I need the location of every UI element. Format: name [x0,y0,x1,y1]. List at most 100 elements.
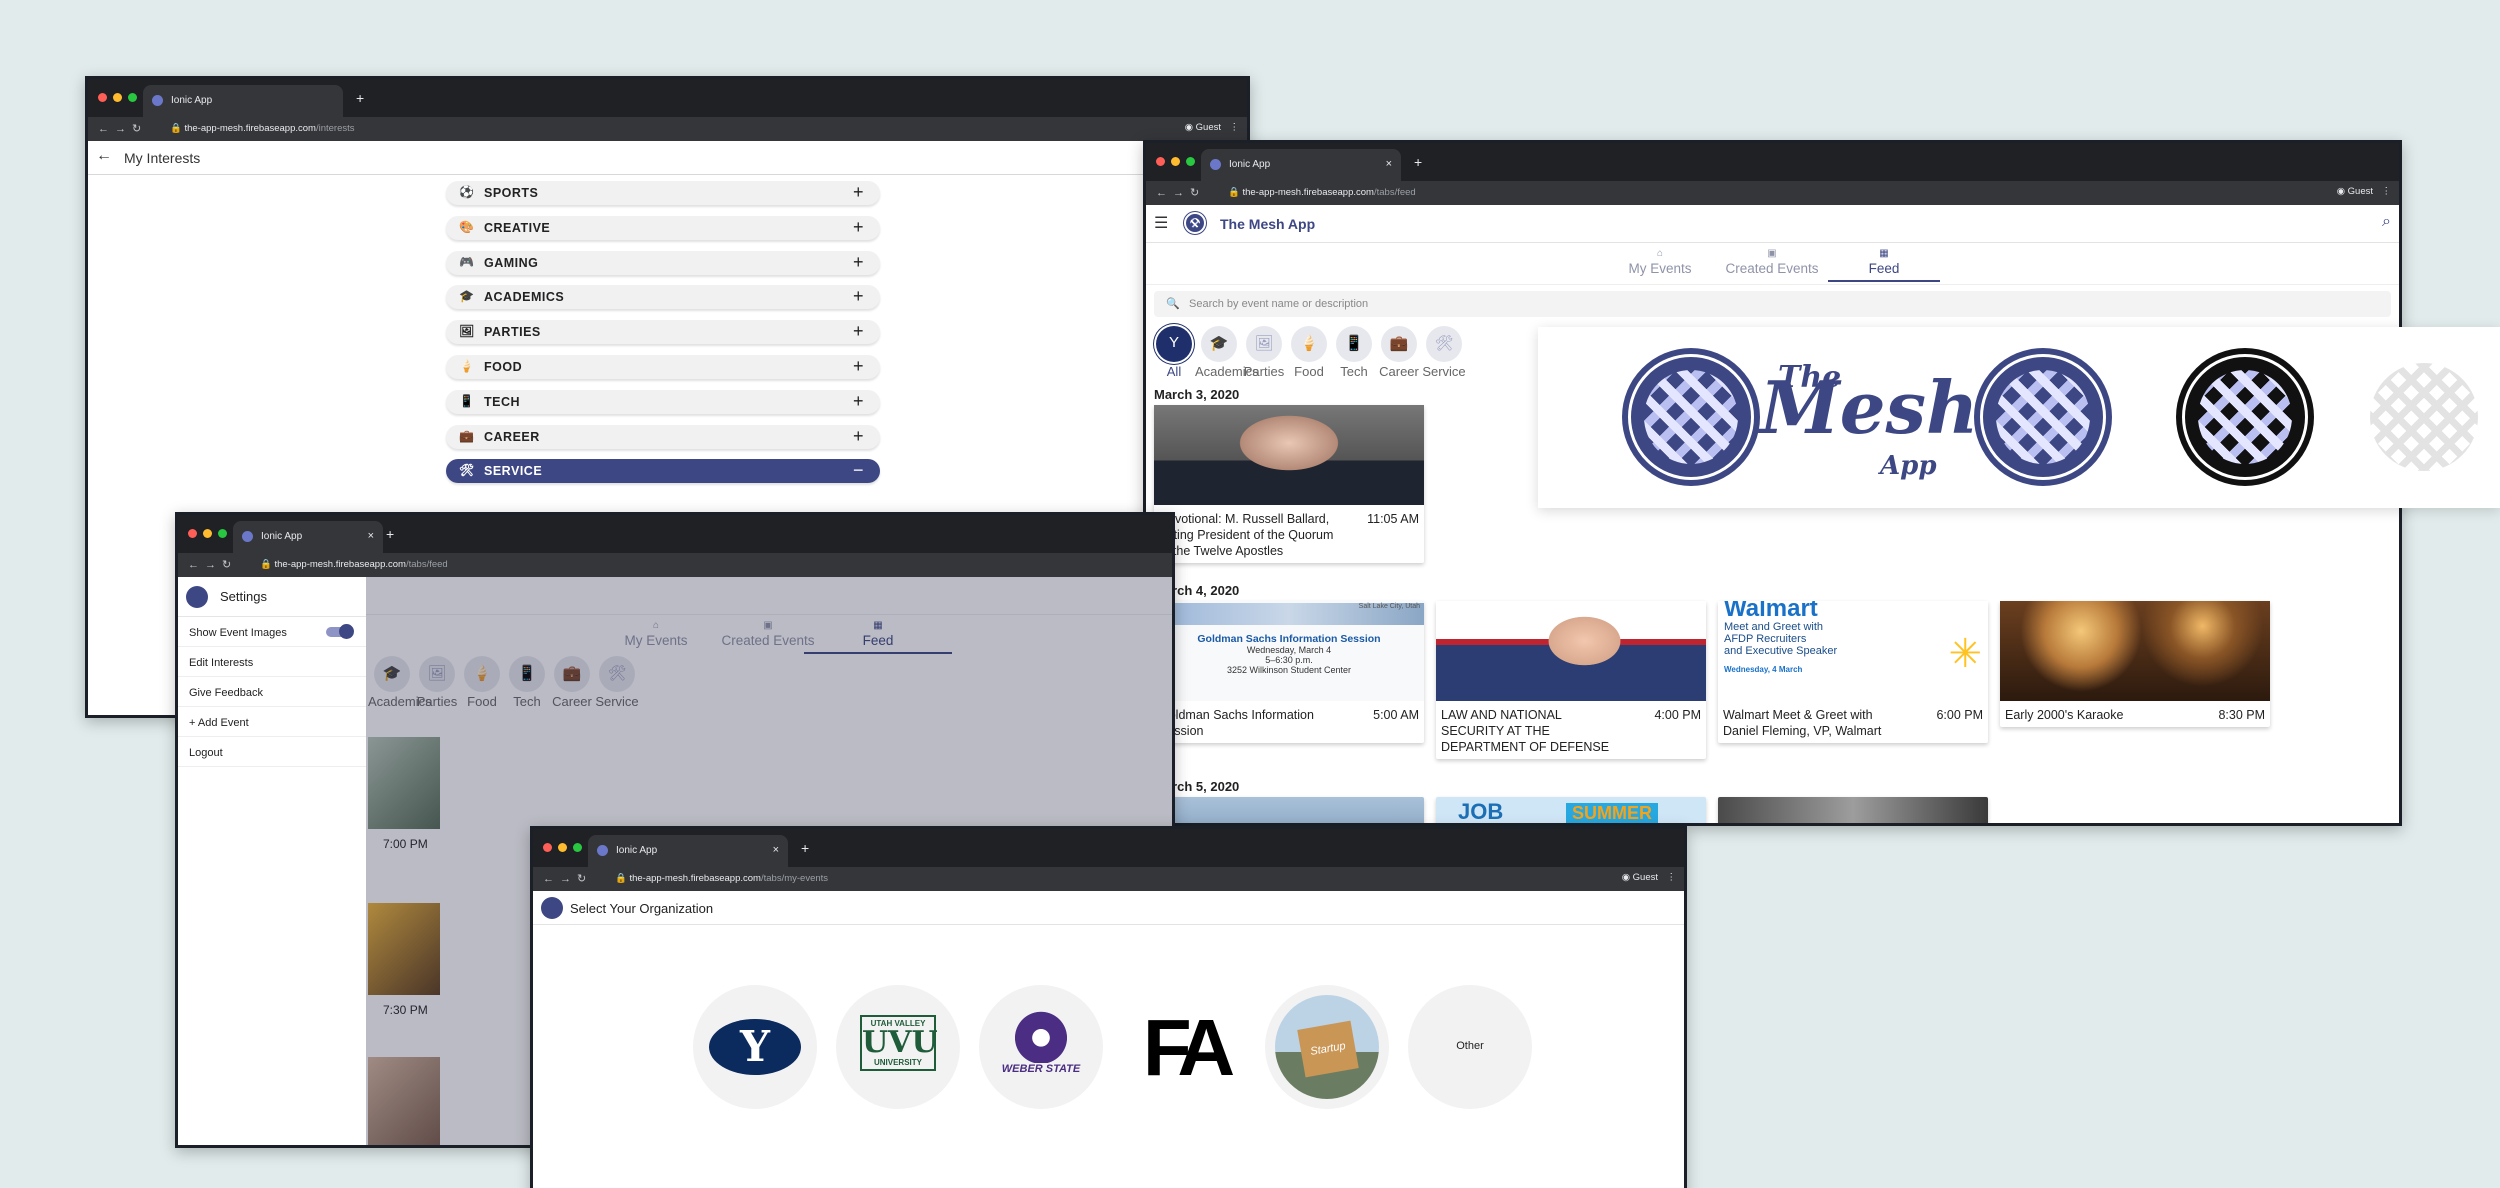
guest-profile[interactable]: ◉ Guest [2337,186,2373,197]
close-tab-icon[interactable]: × [1386,158,1392,170]
plus-icon[interactable]: + [853,217,864,238]
org-weber-state[interactable]: WEBER STATE [979,985,1103,1109]
interest-row-parties[interactable]: 🖼 PARTIES + [446,320,880,345]
interest-icon: 🎮 [459,254,475,269]
interest-row-gaming[interactable]: 🎮 GAMING + [446,250,880,275]
plus-icon[interactable]: + [853,391,864,412]
interest-row-food[interactable]: 🍦 FOOD + [446,354,880,379]
give-feedback-item[interactable]: Give Feedback [178,677,366,707]
browser-tab[interactable]: Ionic App [143,85,343,117]
org-other[interactable]: Other [1408,985,1532,1109]
guest-profile[interactable]: ◉ Guest [1185,122,1221,133]
nav-buttons-icon[interactable]: ←→↻ [98,122,147,135]
event-image [2000,601,2270,701]
browser-tab[interactable]: Ionic App × [1201,149,1401,181]
plus-icon[interactable]: + [853,182,864,203]
category-parties[interactable]: 🖼 Parties [1240,326,1288,379]
event-card[interactable]: LAW AND NATIONAL SECURITY AT THE DEPARTM… [1436,601,1706,759]
browser-menu-icon[interactable]: ⋮ [1667,872,1677,883]
plus-icon[interactable]: + [853,321,864,342]
search-icon[interactable]: ⌕ [2382,213,2391,231]
interest-row-career[interactable]: 💼 CAREER + [446,424,880,449]
plus-icon[interactable]: + [853,252,864,273]
wildcat-logo-icon [1011,1007,1071,1063]
mesh-logo-icon [1624,350,1758,484]
browser-tab[interactable]: Ionic App × [588,835,788,867]
window-controls[interactable] [1156,157,1195,166]
address-bar[interactable]: ←→↻ 🔒 the-app-mesh.firebaseapp.com/tabs/… [178,553,1172,577]
edit-interests-item[interactable]: Edit Interests [178,647,366,677]
nav-buttons-icon[interactable]: ←→↻ [1156,186,1205,199]
new-tab-icon[interactable]: + [356,90,364,106]
new-tab-icon[interactable]: + [386,526,394,542]
browser-tab[interactable]: Ionic App × [233,521,383,553]
nav-buttons-icon[interactable]: ←→↻ [543,872,592,885]
add-event-item[interactable]: + Add Event [178,707,366,737]
interest-row-sports[interactable]: ⚽ SPORTS + [446,181,880,205]
category-service[interactable]: 🛠 Service [1420,326,1468,379]
address-bar[interactable]: ←→↻ 🔒 the-app-mesh.firebaseapp.com/inter… [88,117,1247,141]
address-bar[interactable]: ←→↻ 🔒 the-app-mesh.firebaseapp.com/tabs/… [533,867,1684,891]
interest-label: PARTIES [484,325,541,340]
back-arrow-icon[interactable]: ← [96,147,112,165]
category-tech[interactable]: 📱 Tech [1330,326,1378,379]
org-uvu[interactable]: UTAH VALLEY UVU UNIVERSITY [836,985,960,1109]
plus-icon[interactable]: + [853,356,864,377]
org-startup[interactable]: Startup [1265,985,1389,1109]
address-bar[interactable]: ←→↻ 🔒 the-app-mesh.firebaseapp.com/tabs/… [1146,181,2399,205]
event-card[interactable]: Salt Lake City, Utah Goldman Sachs Infor… [1154,601,1424,743]
category-all[interactable]: Y All [1150,326,1198,379]
event-card[interactable]: JOB SUMMER [1436,797,1706,823]
interest-label: FOOD [484,359,523,374]
nav-buttons-icon[interactable]: ←→↻ [188,558,237,571]
interest-label: CREATIVE [484,220,551,235]
tab-created-events[interactable]: ▣ Created Events [1716,248,1828,276]
uvu-logo-icon: UTAH VALLEY UVU UNIVERSITY [860,1015,938,1071]
browser-menu-icon[interactable]: ⋮ [1230,122,1240,133]
hamburger-menu-icon[interactable]: ☰ [1154,213,1168,233]
window-controls[interactable] [188,529,227,538]
window-controls[interactable] [543,843,582,852]
logout-item[interactable]: Logout [178,737,366,767]
event-card[interactable]: Devotional: M. Russell Ballard, Acting P… [1154,405,1424,563]
close-tab-icon[interactable]: × [773,844,779,856]
service-icon: 🛠 [1426,326,1462,362]
new-tab-icon[interactable]: + [801,840,809,856]
ionic-favicon-icon [242,531,253,542]
category-food[interactable]: 🍦 Food [1285,326,1333,379]
plus-icon[interactable]: + [853,286,864,307]
browser-menu-icon[interactable]: ⋮ [2382,186,2392,197]
event-card[interactable] [1154,797,1424,823]
event-card[interactable]: Walmart Meet and Greet with AFDP Recruit… [1718,601,1988,743]
url-text[interactable]: 🔒 the-app-mesh.firebaseapp.com/interests [170,123,355,134]
window-controls[interactable] [98,93,137,102]
search-input[interactable]: 🔍 Search by event name or description [1154,291,2391,317]
url-text[interactable]: 🔒 the-app-mesh.firebaseapp.com/tabs/feed [260,559,448,570]
interest-row-service[interactable]: 🛠 SERVICE − [446,459,880,484]
minus-icon[interactable]: − [853,460,864,481]
guest-profile[interactable]: ◉ Guest [1622,872,1658,883]
event-card[interactable]: Early 2000's Karaoke 8:30 PM [2000,601,2270,727]
org-window: Ionic App × + ←→↻ 🔒 the-app-mesh.firebase… [530,826,1687,1188]
category-career[interactable]: 💼 Career [1375,326,1423,379]
org-fa[interactable]: FA [1122,985,1246,1109]
tab-my-events[interactable]: ⌂ My Events [1604,248,1716,276]
all-icon: Y [1156,326,1192,362]
show-images-toggle[interactable] [326,624,354,639]
url-text[interactable]: 🔒 the-app-mesh.firebaseapp.com/tabs/feed [1228,187,1416,198]
ionic-favicon-icon [1210,159,1221,170]
interest-row-creative[interactable]: 🎨 CREATIVE + [446,215,880,240]
browser-tabbar: Ionic App × + [1146,143,2399,181]
org-byu[interactable]: Y [693,985,817,1109]
interests-list: ⚽ SPORTS + 🎨 CREATIVE + 🎮 GAMING + 🎓 ACADEMICS + 🖼 PA… [446,181,880,494]
tab-feed[interactable]: ▦ Feed [1828,248,1940,282]
close-tab-icon[interactable]: × [368,530,374,542]
url-text[interactable]: 🔒 the-app-mesh.firebaseapp.com/tabs/my-e… [615,873,828,884]
category-academics[interactable]: 🎓 Academics [1195,326,1259,379]
parties-icon: 🖼 [1246,326,1282,362]
interest-row-tech[interactable]: 📱 TECH + [446,389,880,414]
interest-row-academics[interactable]: 🎓 ACADEMICS + [446,285,880,310]
event-card[interactable] [1718,797,1988,823]
new-tab-icon[interactable]: + [1414,154,1422,170]
plus-icon[interactable]: + [853,426,864,447]
